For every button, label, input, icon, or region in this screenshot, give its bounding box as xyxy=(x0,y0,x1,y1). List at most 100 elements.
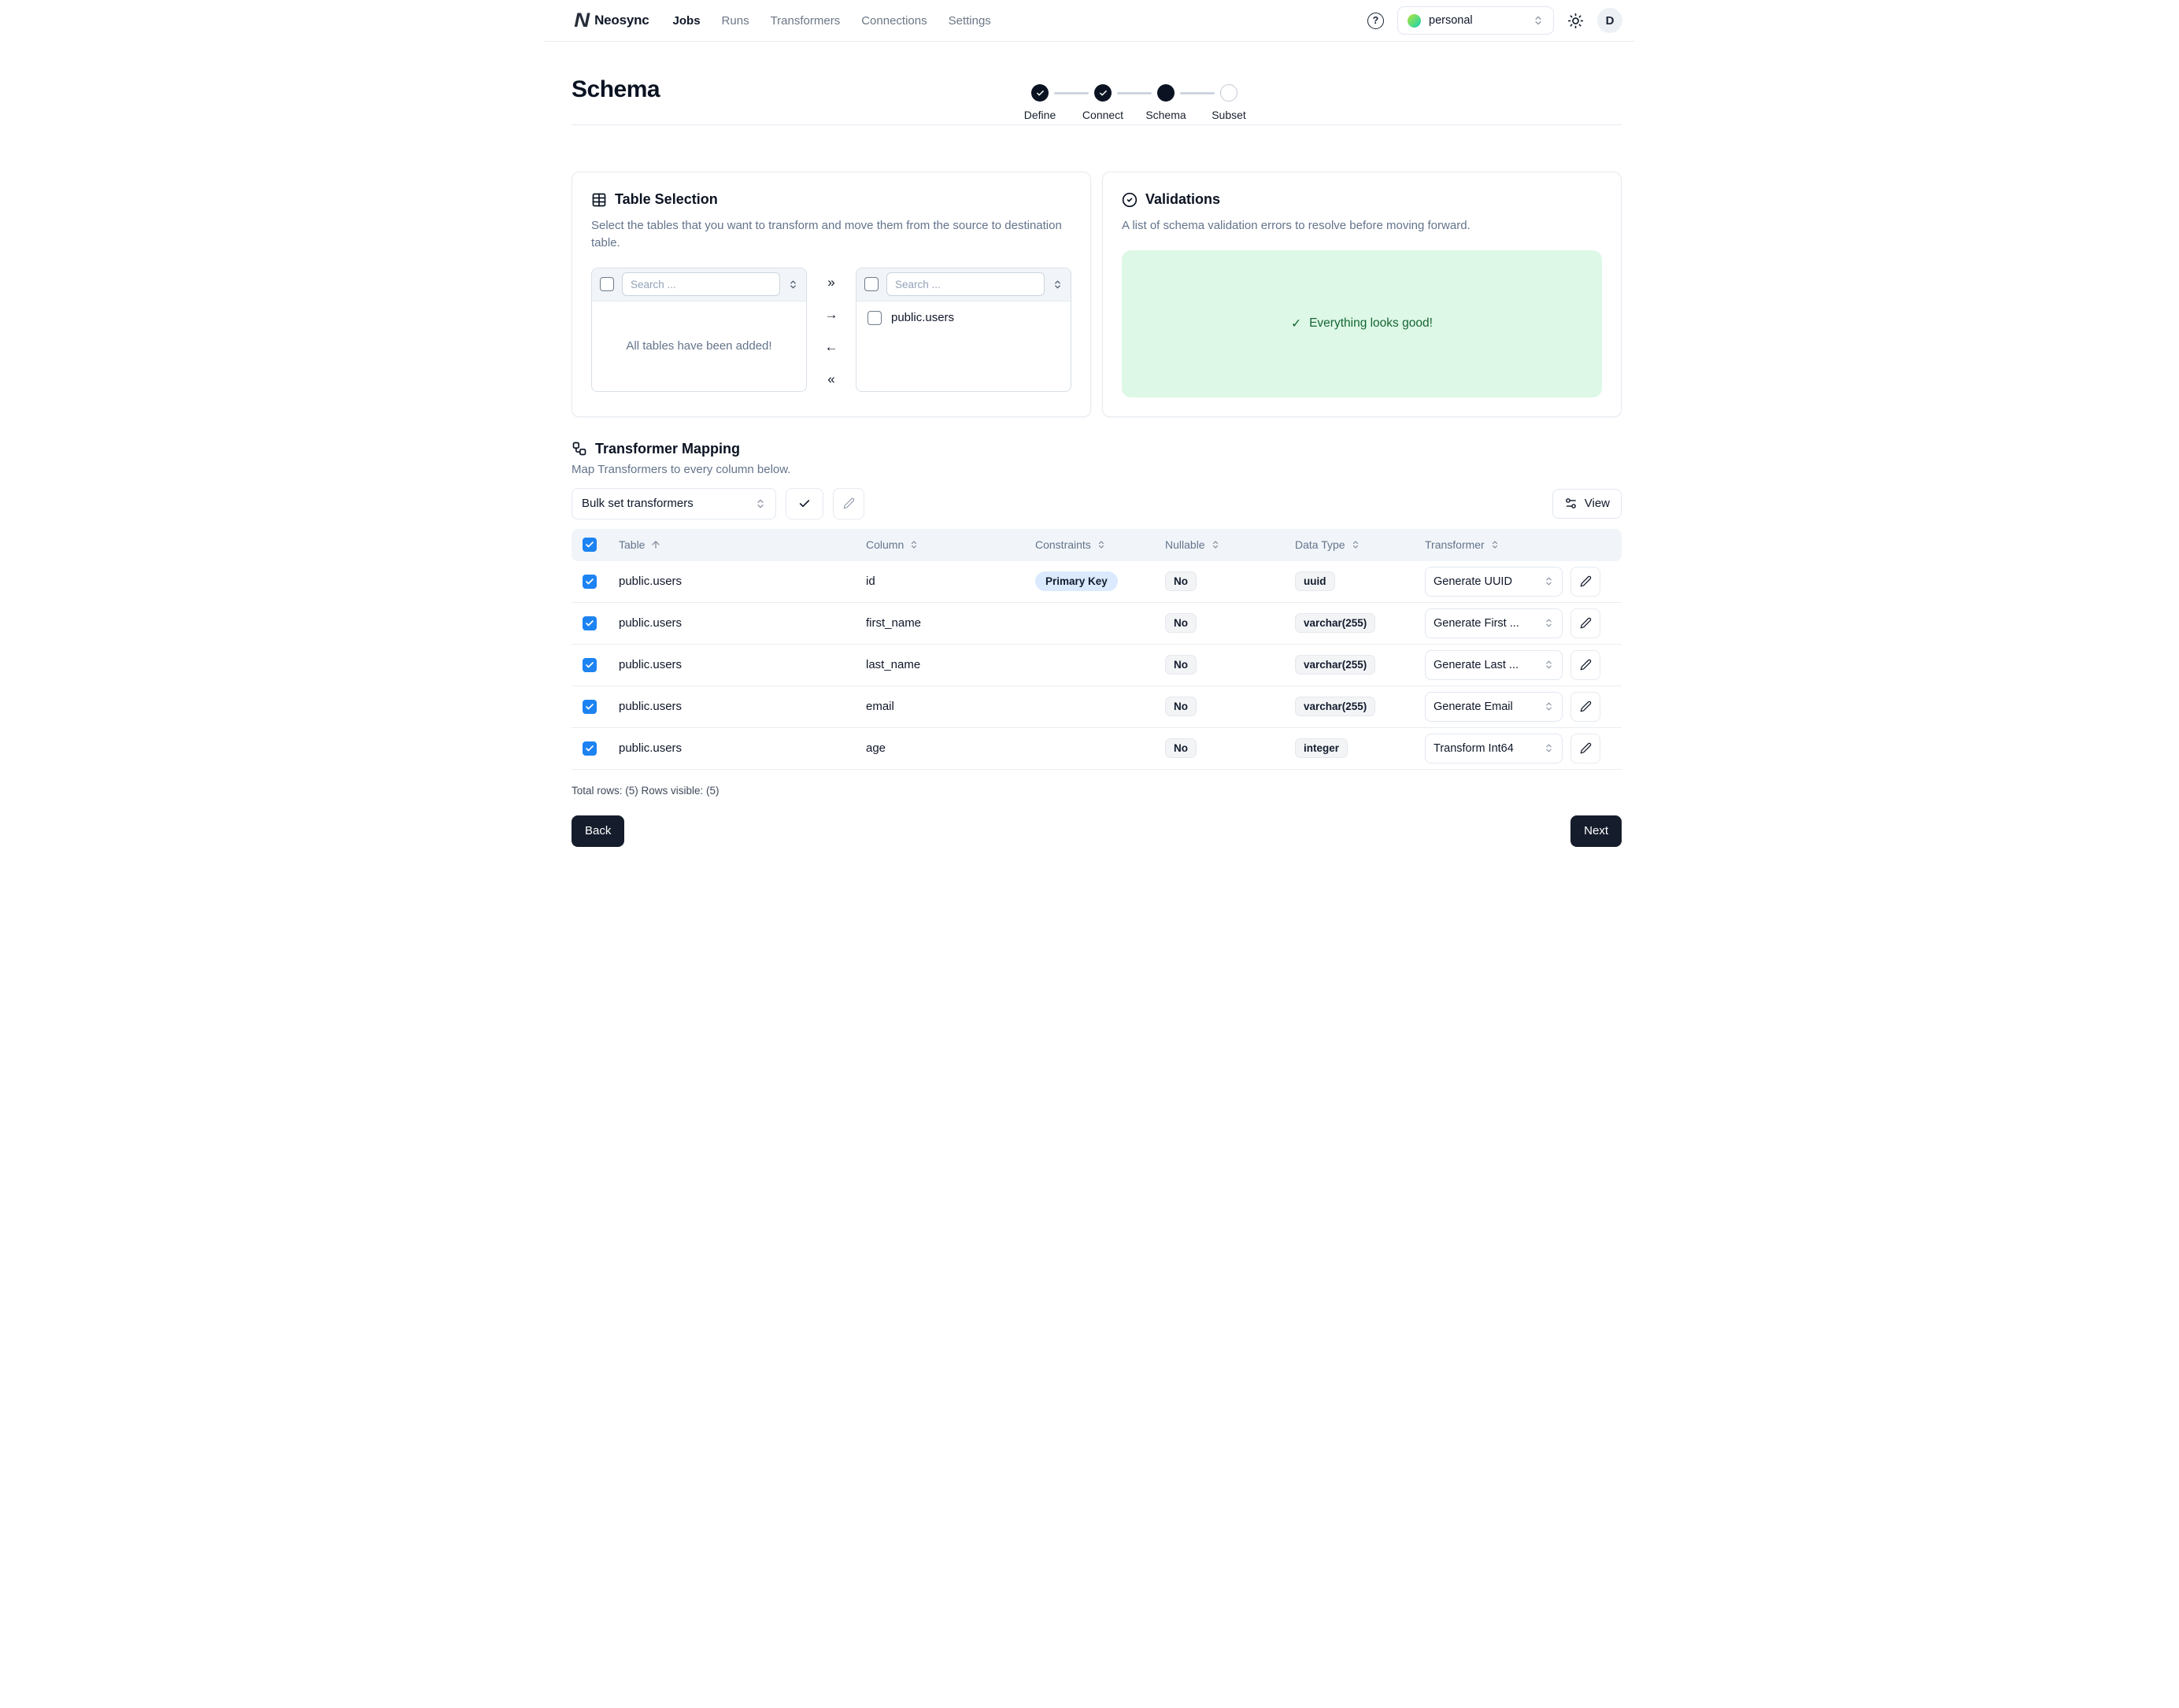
cell-column: id xyxy=(860,575,1029,588)
chevrons-up-down-icon xyxy=(1544,701,1554,712)
check-icon xyxy=(798,497,811,510)
step-circle xyxy=(1157,84,1175,102)
account-color-dot-icon xyxy=(1408,14,1421,28)
pencil-icon xyxy=(1580,701,1592,712)
chevrons-up-down-icon xyxy=(1544,660,1554,670)
user-avatar[interactable]: D xyxy=(1597,8,1622,33)
dual-list-transfer: All tables have been added! » → ← « xyxy=(591,268,1071,392)
source-panel-empty-message: All tables have been added! xyxy=(592,301,806,391)
circle-check-icon xyxy=(1122,192,1138,208)
transformer-mapping-title: Transformer Mapping xyxy=(572,441,1622,457)
nav-link[interactable]: Settings xyxy=(949,11,991,31)
nav-link[interactable]: Runs xyxy=(722,11,749,31)
column-header-column[interactable]: Column xyxy=(860,538,1029,551)
view-button-label: View xyxy=(1585,497,1610,510)
transformer-mapping-section: Transformer Mapping Map Transformers to … xyxy=(572,441,1622,797)
sort-icon xyxy=(1097,540,1106,549)
table-grid-icon xyxy=(591,192,607,208)
destination-search-input[interactable] xyxy=(886,272,1045,296)
add-selected-button[interactable]: → xyxy=(820,306,843,323)
column-header-nullable[interactable]: Nullable xyxy=(1159,538,1289,551)
next-button[interactable]: Next xyxy=(1570,815,1622,847)
help-icon[interactable]: ? xyxy=(1367,13,1384,29)
pencil-icon xyxy=(1580,742,1592,754)
remove-selected-button[interactable]: ← xyxy=(820,338,843,355)
transformer-select[interactable]: Generate Email xyxy=(1425,692,1563,722)
transformer-select[interactable]: Generate UUID xyxy=(1425,567,1563,597)
chevrons-up-down-icon xyxy=(755,498,766,509)
nav-link[interactable]: Transformers xyxy=(771,11,841,31)
nullable-badge: No xyxy=(1165,738,1197,758)
edit-transformer-button[interactable] xyxy=(1570,734,1600,763)
row-checkbox[interactable] xyxy=(583,658,597,672)
back-button[interactable]: Back xyxy=(572,815,624,847)
view-options-button[interactable]: View xyxy=(1552,489,1622,519)
column-header-table[interactable]: Table xyxy=(612,538,860,551)
column-header-data-type[interactable]: Data Type xyxy=(1289,538,1419,551)
table-row-summary: Total rows: (5) Rows visible: (5) xyxy=(572,785,1622,797)
destination-sort-icon[interactable] xyxy=(1053,279,1063,290)
stepper-step[interactable]: Connect xyxy=(1071,84,1134,121)
bulk-set-transformers-select[interactable]: Bulk set transformers xyxy=(572,488,776,519)
bulk-edit-button[interactable] xyxy=(833,488,864,519)
account-select[interactable]: personal xyxy=(1397,6,1554,35)
nav-link[interactable]: Connections xyxy=(861,11,927,31)
brand[interactable]: N Neosync xyxy=(575,9,649,32)
remove-all-button[interactable]: « xyxy=(823,371,839,387)
navbar-right: ? personal D xyxy=(1367,6,1622,35)
row-checkbox[interactable] xyxy=(583,616,597,630)
source-search-input[interactable] xyxy=(622,272,780,296)
step-circle xyxy=(1220,84,1237,102)
nav-link[interactable]: Jobs xyxy=(673,11,701,31)
edit-transformer-button[interactable] xyxy=(1570,608,1600,638)
sort-icon xyxy=(1351,540,1360,549)
validations-success-box: ✓ Everything looks good! xyxy=(1122,250,1602,397)
cell-table: public.users xyxy=(612,575,860,588)
source-select-all-checkbox[interactable] xyxy=(600,277,614,291)
apply-bulk-button[interactable] xyxy=(786,488,823,519)
transformer-mapping-title-text: Transformer Mapping xyxy=(595,441,740,457)
cell-table: public.users xyxy=(612,741,860,755)
transformer-select[interactable]: Generate First ... xyxy=(1425,608,1563,638)
wizard-actions: Back Next xyxy=(572,815,1622,847)
cell-column: first_name xyxy=(860,616,1029,630)
check-icon xyxy=(585,577,594,586)
table-item-checkbox[interactable] xyxy=(868,311,882,325)
data-type-badge: varchar(255) xyxy=(1295,655,1375,675)
data-type-badge: integer xyxy=(1295,738,1348,758)
edit-transformer-button[interactable] xyxy=(1570,650,1600,680)
stepper-step[interactable]: Define xyxy=(1008,84,1071,121)
cell-table: public.users xyxy=(612,658,860,671)
table-row: public.users age No integer Transform In… xyxy=(572,728,1622,770)
transformer-select-value: Generate Last ... xyxy=(1434,659,1519,671)
source-sort-icon[interactable] xyxy=(788,279,798,290)
edit-transformer-button[interactable] xyxy=(1570,692,1600,722)
success-check-icon: ✓ xyxy=(1291,316,1301,331)
transformer-mapping-controls: Bulk set transformers View xyxy=(572,488,1622,519)
destination-select-all-checkbox[interactable] xyxy=(864,277,879,291)
cell-table: public.users xyxy=(612,616,860,630)
edit-transformer-button[interactable] xyxy=(1570,567,1600,597)
add-all-button[interactable]: » xyxy=(823,274,839,290)
data-type-badge: varchar(255) xyxy=(1295,613,1375,633)
transformer-select[interactable]: Generate Last ... xyxy=(1425,650,1563,680)
check-icon xyxy=(1036,89,1045,98)
data-type-badge: uuid xyxy=(1295,571,1335,591)
column-header-constraints[interactable]: Constraints xyxy=(1029,538,1159,551)
transformer-select[interactable]: Transform Int64 xyxy=(1425,734,1563,763)
column-header-transformer[interactable]: Transformer xyxy=(1419,538,1622,551)
row-checkbox[interactable] xyxy=(583,741,597,756)
cards-row: Table Selection Select the tables that y… xyxy=(572,172,1622,417)
sort-icon xyxy=(1490,540,1500,549)
cell-column: age xyxy=(860,741,1029,755)
success-message: Everything looks good! xyxy=(1309,316,1433,331)
theme-toggle-sun-icon[interactable] xyxy=(1567,13,1584,29)
select-all-rows-checkbox[interactable] xyxy=(583,538,597,552)
nullable-badge: No xyxy=(1165,697,1197,716)
table-item-label: public.users xyxy=(891,311,954,324)
stepper-step[interactable]: Schema xyxy=(1134,84,1197,121)
row-checkbox[interactable] xyxy=(583,700,597,714)
stepper-step[interactable]: Subset xyxy=(1197,84,1260,121)
validations-card: Validations A list of schema validation … xyxy=(1102,172,1622,417)
row-checkbox[interactable] xyxy=(583,575,597,589)
